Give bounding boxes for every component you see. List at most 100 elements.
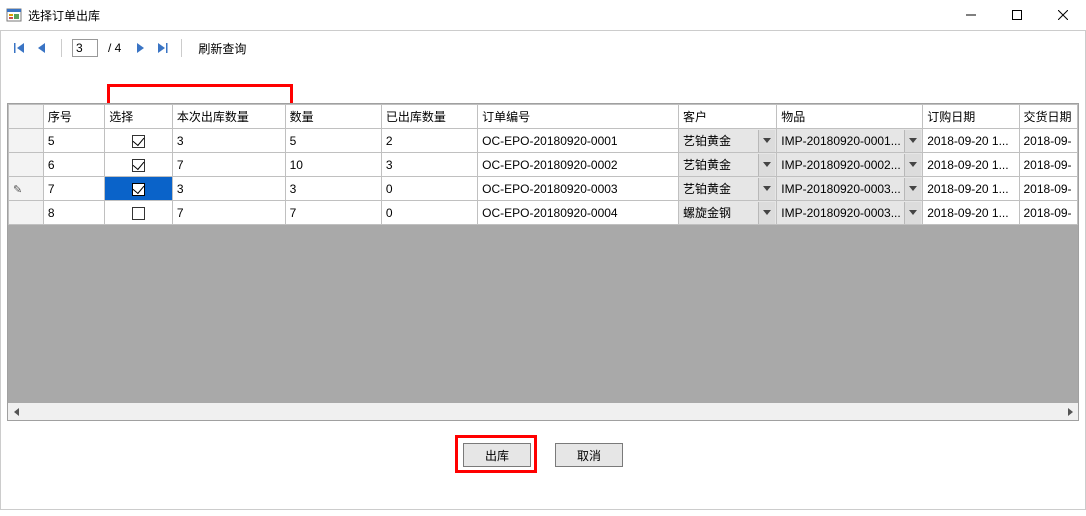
cell-outed-qty[interactable]: 3 — [381, 153, 477, 177]
cell-item[interactable]: IMP-20180920-0002... — [777, 153, 923, 177]
cell-qty[interactable]: 7 — [285, 201, 381, 225]
col-outed-qty[interactable]: 已出库数量 — [381, 105, 477, 129]
row-marker[interactable] — [9, 129, 44, 153]
chevron-down-icon[interactable] — [904, 130, 921, 152]
cell-item[interactable]: IMP-20180920-0001... — [777, 129, 923, 153]
cell-deliver-date[interactable]: 2018-09- — [1019, 201, 1078, 225]
table-row[interactable]: ✎7330OC-EPO-20180920-0003艺铂黄金IMP-2018092… — [9, 177, 1078, 201]
row-marker[interactable] — [9, 153, 44, 177]
cell-qty[interactable]: 3 — [285, 177, 381, 201]
select-checkbox[interactable] — [132, 207, 145, 220]
cell-order-no[interactable]: OC-EPO-20180920-0002 — [478, 153, 679, 177]
chevron-down-icon[interactable] — [904, 202, 921, 224]
col-item[interactable]: 物品 — [777, 105, 923, 129]
prev-page-button[interactable] — [33, 40, 51, 56]
chevron-down-icon[interactable] — [758, 130, 775, 152]
cell-item[interactable]: IMP-20180920-0003... — [777, 201, 923, 225]
scroll-right-icon[interactable] — [1061, 403, 1078, 420]
cell-outed-qty[interactable]: 0 — [381, 177, 477, 201]
scroll-left-icon[interactable] — [8, 403, 25, 420]
cell-order-date[interactable]: 2018-09-20 1... — [923, 177, 1019, 201]
cell-this-out-qty[interactable]: 7 — [172, 153, 285, 177]
cell-seq[interactable]: 6 — [43, 153, 104, 177]
select-checkbox[interactable] — [132, 183, 145, 196]
col-this-out-qty[interactable]: 本次出库数量 — [172, 105, 285, 129]
cell-seq[interactable]: 5 — [43, 129, 104, 153]
cell-deliver-date[interactable]: 2018-09- — [1019, 129, 1078, 153]
outbound-button[interactable]: 出库 — [463, 443, 531, 467]
cell-deliver-date[interactable]: 2018-09- — [1019, 153, 1078, 177]
cell-seq[interactable]: 7 — [43, 177, 104, 201]
table-row[interactable]: 6 7103OC-EPO-20180920-0002艺铂黄金 IMP-2018092… — [9, 153, 1078, 177]
cell-select[interactable] — [105, 177, 173, 201]
table-row[interactable]: 8770OC-EPO-20180920-0004螺旋金钢IMP-20180920… — [9, 201, 1078, 225]
row-header-blank — [9, 105, 44, 129]
row-marker[interactable]: ✎ — [9, 177, 44, 201]
row-marker[interactable] — [9, 201, 44, 225]
close-button[interactable] — [1040, 0, 1086, 30]
grid-scroll-area: 序号 选择 本次出库数量 数量 已出库数量 订单编号 客户 物品 订购日期 交货… — [8, 104, 1078, 403]
table-row[interactable]: 5352OC-EPO-20180920-0001艺铂黄金IMP-20180920… — [9, 129, 1078, 153]
cell-customer[interactable]: 艺铂黄金 — [678, 177, 776, 201]
col-customer[interactable]: 客户 — [678, 105, 776, 129]
customer-value: 螺旋金钢 — [683, 206, 731, 220]
item-value: IMP-20180920-0002... — [781, 158, 900, 172]
refresh-query-button[interactable]: 刷新查询 — [192, 38, 252, 59]
cell-this-out-qty[interactable]: 7 — [172, 201, 285, 225]
cell-outed-qty[interactable]: 2 — [381, 129, 477, 153]
cell-select[interactable] — [105, 153, 173, 177]
maximize-button[interactable] — [994, 0, 1040, 30]
cell-qty[interactable]: 10 — [285, 153, 381, 177]
select-checkbox[interactable] — [132, 135, 145, 148]
window-title: 选择订单出库 — [28, 7, 100, 24]
cell-customer[interactable]: 螺旋金钢 — [678, 201, 776, 225]
chevron-down-icon[interactable] — [904, 154, 921, 176]
chevron-down-icon[interactable] — [758, 202, 775, 224]
col-deliver-date[interactable]: 交货日期 — [1019, 105, 1078, 129]
item-value: IMP-20180920-0003... — [781, 182, 900, 196]
chevron-down-icon[interactable] — [758, 178, 775, 200]
cell-item[interactable]: IMP-20180920-0003... — [777, 177, 923, 201]
last-page-button[interactable] — [153, 40, 171, 56]
titlebar: 选择订单出库 — [0, 0, 1086, 31]
chevron-down-icon[interactable] — [758, 154, 775, 176]
horizontal-scrollbar[interactable] — [8, 403, 1078, 420]
cell-order-no[interactable]: OC-EPO-20180920-0004 — [478, 201, 679, 225]
current-page-input[interactable]: 3 — [72, 39, 98, 57]
cell-order-date[interactable]: 2018-09-20 1... — [923, 129, 1019, 153]
minimize-button[interactable] — [948, 0, 994, 30]
cell-customer[interactable]: 艺铂黄金 — [678, 129, 776, 153]
col-select[interactable]: 选择 — [105, 105, 173, 129]
data-grid: 序号 选择 本次出库数量 数量 已出库数量 订单编号 客户 物品 订购日期 交货… — [7, 103, 1079, 421]
cell-this-out-qty[interactable]: 3 — [172, 177, 285, 201]
cell-deliver-date[interactable]: 2018-09- — [1019, 177, 1078, 201]
cell-order-date[interactable]: 2018-09-20 1... — [923, 201, 1019, 225]
col-seq[interactable]: 序号 — [43, 105, 104, 129]
cell-order-no[interactable]: OC-EPO-20180920-0003 — [478, 177, 679, 201]
cell-qty[interactable]: 5 — [285, 129, 381, 153]
cell-order-date[interactable]: 2018-09-20 1... — [923, 153, 1019, 177]
cell-outed-qty[interactable]: 0 — [381, 201, 477, 225]
select-checkbox[interactable] — [132, 159, 145, 172]
content-area: 3 / 4 刷新查询 序号 选择 本次出库数量 数量 已出库数 — [0, 30, 1086, 510]
page-total-label: / 4 — [108, 41, 121, 55]
cell-this-out-qty[interactable]: 3 — [172, 129, 285, 153]
first-page-button[interactable] — [11, 40, 29, 56]
col-order-no[interactable]: 订单编号 — [478, 105, 679, 129]
col-qty[interactable]: 数量 — [285, 105, 381, 129]
cell-select[interactable] — [105, 129, 173, 153]
chevron-down-icon[interactable] — [904, 178, 921, 200]
cell-select[interactable] — [105, 201, 173, 225]
nav-separator — [181, 39, 182, 57]
cell-customer[interactable]: 艺铂黄金 — [678, 153, 776, 177]
cell-seq[interactable]: 8 — [43, 201, 104, 225]
cell-order-no[interactable]: OC-EPO-20180920-0001 — [478, 129, 679, 153]
col-order-date[interactable]: 订购日期 — [923, 105, 1019, 129]
nav-separator — [61, 39, 62, 57]
grid-table: 序号 选择 本次出库数量 数量 已出库数量 订单编号 客户 物品 订购日期 交货… — [8, 104, 1078, 225]
cancel-button[interactable]: 取消 — [555, 443, 623, 467]
app-icon — [6, 7, 22, 23]
item-value: IMP-20180920-0003... — [781, 206, 900, 220]
customer-value: 艺铂黄金 — [683, 134, 731, 148]
next-page-button[interactable] — [131, 40, 149, 56]
